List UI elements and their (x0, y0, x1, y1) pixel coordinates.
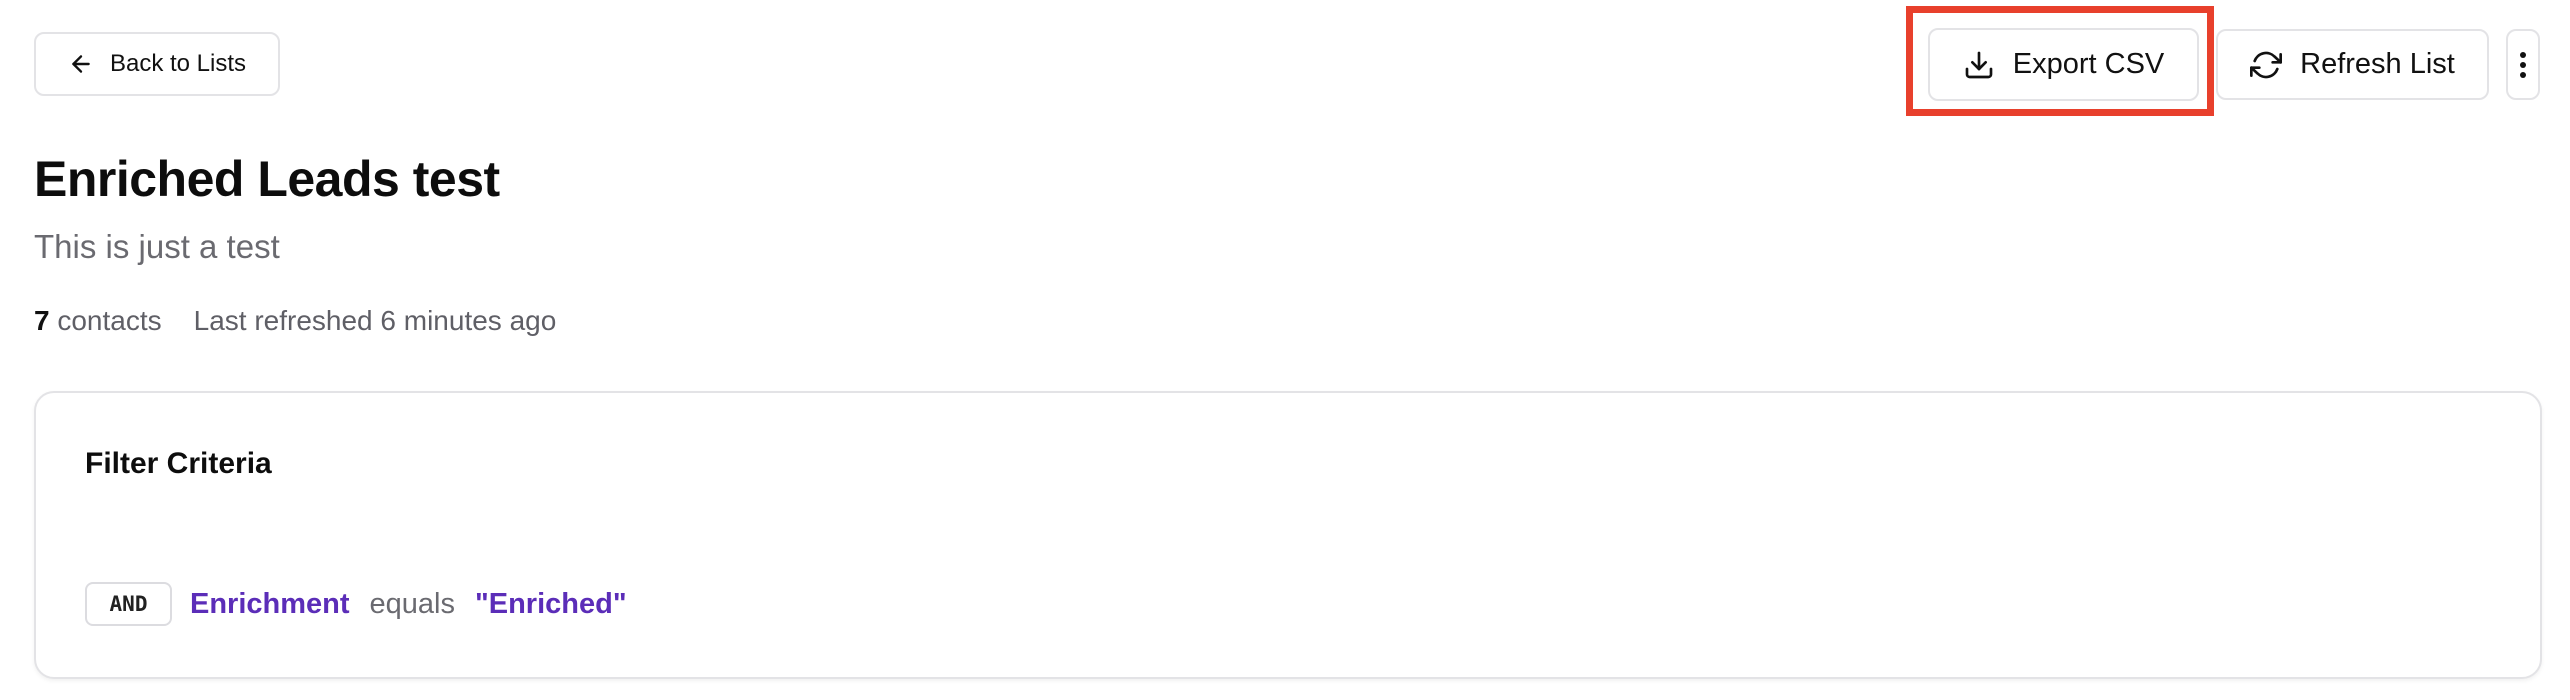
export-csv-label: Export CSV (2012, 48, 2165, 80)
back-to-lists-label: Back to Lists (109, 50, 247, 77)
contact-count: 7 contacts (34, 305, 162, 337)
filter-criteria-card: Filter Criteria AND Enrichment equals "E… (34, 391, 2542, 679)
refresh-icon (2250, 49, 2283, 81)
more-options-button[interactable] (2506, 29, 2540, 100)
last-refreshed-text: Last refreshed 6 minutes ago (193, 305, 557, 336)
refresh-list-label: Refresh List (2300, 48, 2455, 80)
logic-operator-badge: AND (85, 582, 172, 626)
more-vertical-icon (2519, 50, 2527, 80)
list-meta: 7 contacts Last refreshed 6 minutes ago (34, 305, 556, 337)
arrow-left-icon (68, 51, 94, 77)
filter-field: Enrichment (190, 587, 350, 620)
page-title: Enriched Leads test (34, 151, 500, 207)
list-description: This is just a test (34, 228, 280, 265)
list-detail-page: Back to Lists Export CSV Refresh List En… (0, 0, 2570, 700)
back-to-lists-button[interactable]: Back to Lists (34, 32, 280, 96)
contact-count-number: 7 (34, 305, 50, 336)
filter-rule: AND Enrichment equals "Enriched" (85, 582, 627, 626)
download-icon (1963, 49, 1995, 81)
contact-count-word: contacts (57, 305, 162, 336)
filter-criteria-heading: Filter Criteria (85, 447, 272, 480)
filter-value: "Enriched" (475, 587, 627, 620)
refresh-list-button[interactable]: Refresh List (2216, 29, 2489, 100)
filter-comparison: equals (369, 587, 455, 620)
export-csv-button[interactable]: Export CSV (1928, 28, 2199, 101)
